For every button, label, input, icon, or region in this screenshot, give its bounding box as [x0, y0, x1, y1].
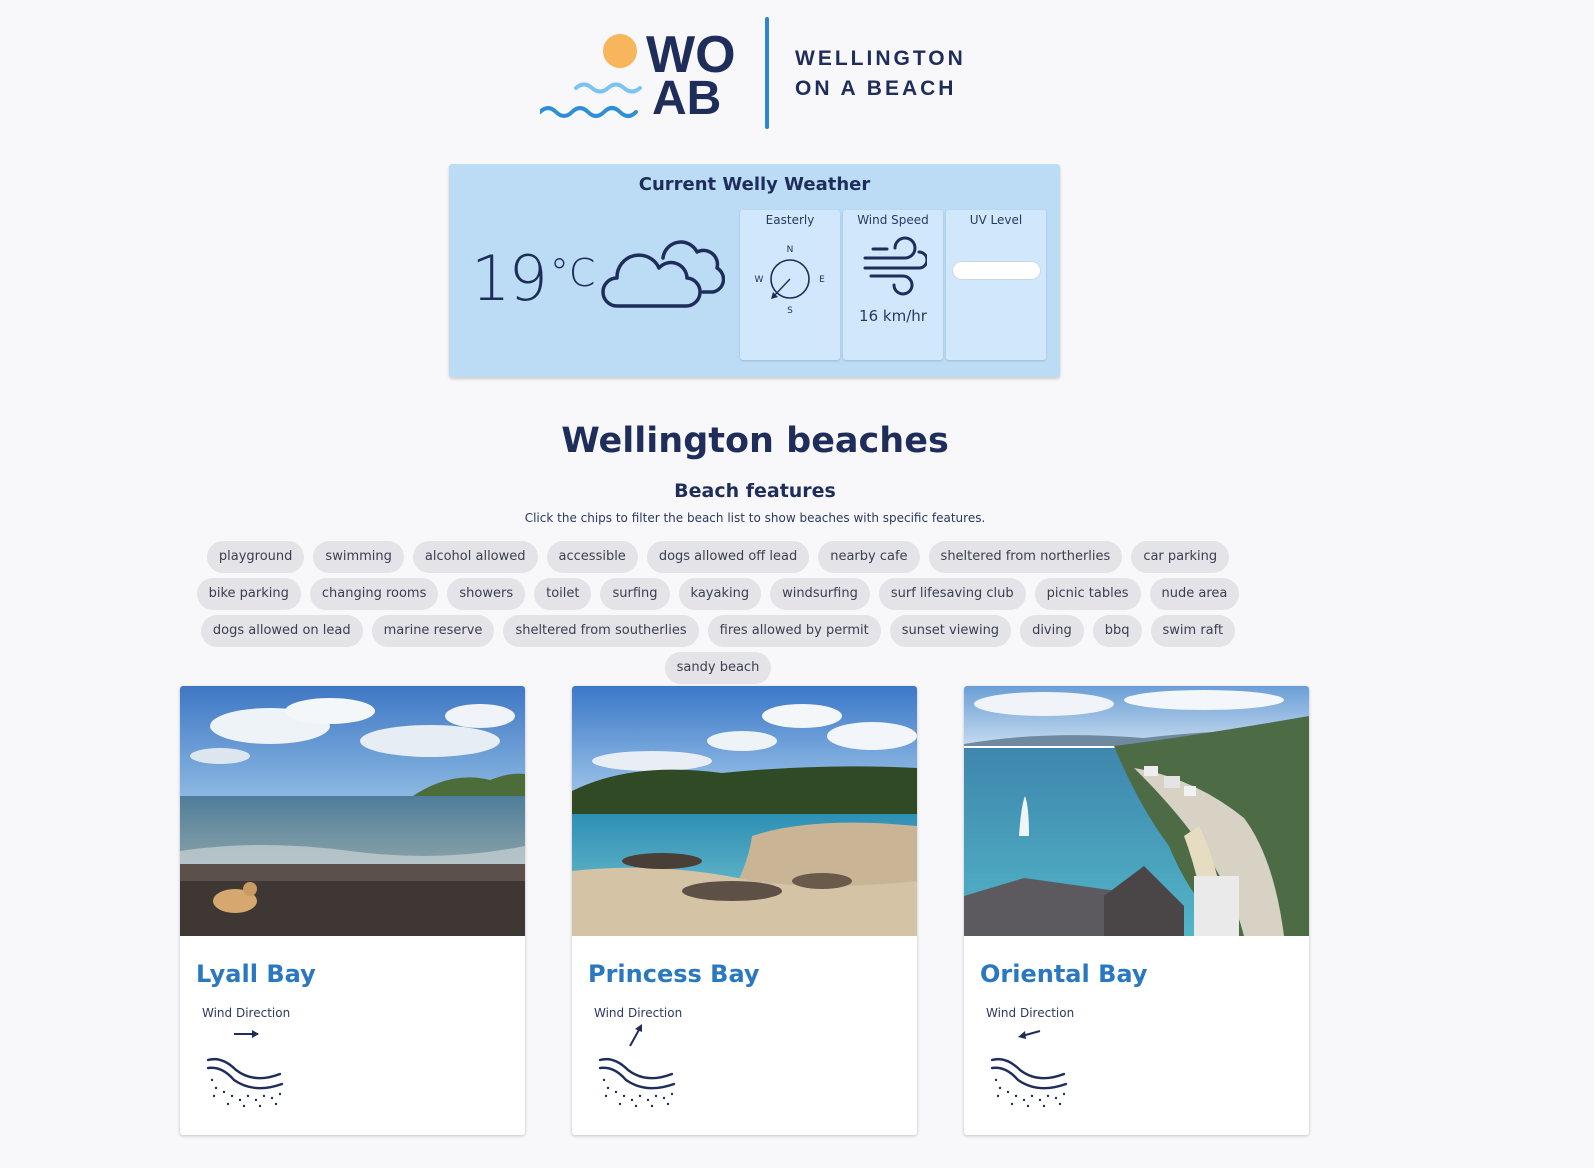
wind-speed-tile: Wind Speed 16 km/hr [843, 210, 943, 360]
arrow-east-icon [234, 1030, 259, 1038]
feature-chip-dogs-allowed-on-lead[interactable]: dogs allowed on lead [200, 615, 363, 647]
beach-photo-oriental-bay [964, 686, 1309, 936]
logo-line-1: WELLINGTON [795, 47, 966, 70]
compass-e: E [819, 275, 825, 285]
feature-chip-sheltered-from-southerlies[interactable]: sheltered from southerlies [503, 615, 699, 647]
feature-chip-playground[interactable]: playground [206, 541, 305, 573]
uv-level-label: UV Level [969, 213, 1023, 227]
beach-photo-princess-bay [572, 686, 917, 936]
weather-card: Current Welly Weather 19 °C Easterly N E … [449, 164, 1060, 377]
wind-speed-value: 16 km/hr [859, 307, 927, 325]
beach-shape-icon [990, 1057, 1068, 1108]
features-title: Beach features [674, 480, 836, 502]
compass-s: S [787, 306, 793, 316]
compass-icon: N E S W [755, 245, 826, 316]
feature-chip-swimming[interactable]: swimming [313, 541, 404, 573]
beach-name[interactable]: Princess Bay [588, 960, 760, 988]
beach-name[interactable]: Lyall Bay [196, 960, 316, 988]
temperature-unit: °C [549, 251, 596, 295]
feature-chip-bbq[interactable]: bbq [1092, 615, 1142, 647]
feature-chip-windsurfing[interactable]: windsurfing [770, 578, 870, 610]
feature-chip-bike-parking[interactable]: bike parking [196, 578, 301, 610]
wind-direction-label: Wind Direction [594, 1006, 683, 1020]
feature-chip-kayaking[interactable]: kayaking [678, 578, 762, 610]
wind-direction-label: Wind Direction [202, 1006, 291, 1020]
woab-logo-mark-icon: WO AB [540, 26, 736, 125]
compass-w: W [755, 275, 764, 285]
feature-chip-swim-raft[interactable]: swim raft [1150, 615, 1236, 647]
temperature-value: 19 [471, 242, 548, 315]
temperature-readout: 19 °C [471, 238, 596, 314]
beach-photo-lyall-bay [180, 686, 525, 936]
uv-level-bar [952, 261, 1041, 280]
feature-chip-surf-lifesaving-club[interactable]: surf lifesaving club [878, 578, 1026, 610]
feature-chip-toilet[interactable]: toilet [534, 578, 592, 610]
feature-chip-diving[interactable]: diving [1020, 615, 1084, 647]
beach-card-oriental-bay[interactable]: Oriental Bay Wind Direction [964, 686, 1309, 1135]
wind-speed-label: Wind Speed [857, 213, 929, 227]
feature-chip-sandy-beach[interactable]: sandy beach [664, 652, 772, 684]
feature-chip-surfing[interactable]: surfing [600, 578, 670, 610]
features-help-text: Click the chips to filter the beach list… [524, 511, 986, 525]
beach-shape-icon [598, 1057, 676, 1108]
logo-wordmark: WELLINGTON ON A BEACH [795, 44, 966, 104]
feature-chip-sunset-viewing[interactable]: sunset viewing [889, 615, 1012, 647]
feature-chip-sheltered-from-northerlies[interactable]: sheltered from northerlies [928, 541, 1123, 573]
feature-chip-nude-area[interactable]: nude area [1149, 578, 1240, 610]
site-logo[interactable]: WO AB WELLINGTON ON A BEACH [540, 14, 980, 132]
feature-chip-marine-reserve[interactable]: marine reserve [371, 615, 495, 647]
svg-text:AB: AB [652, 72, 721, 125]
wind-direction-label: Wind Direction [986, 1006, 1075, 1020]
feature-chip-list: playground swimming alcohol allowed accessi… [178, 541, 1258, 684]
compass-n: N [787, 245, 794, 255]
feature-chip-fires-allowed-by-permit[interactable]: fires allowed by permit [707, 615, 881, 647]
feature-chip-accessible[interactable]: accessible [546, 541, 638, 573]
beach-card-princess-bay[interactable]: Princess Bay Wind Direction [572, 686, 917, 1135]
logo-line-2: ON A BEACH [795, 77, 957, 100]
beach-card-lyall-bay[interactable]: Lyall Bay Wind Direction [180, 686, 525, 1135]
feature-chip-picnic-tables[interactable]: picnic tables [1034, 578, 1141, 610]
page-title: Wellington beaches [561, 421, 949, 461]
beach-name[interactable]: Oriental Bay [980, 960, 1147, 988]
feature-chip-car-parking[interactable]: car parking [1131, 541, 1230, 573]
arrow-northeast-icon [629, 1024, 642, 1047]
feature-chip-changing-rooms[interactable]: changing rooms [309, 578, 439, 610]
feature-chip-nearby-cafe[interactable]: nearby cafe [818, 541, 920, 573]
arrow-west-icon [1018, 1030, 1041, 1039]
wind-direction-label: Easterly [765, 213, 815, 227]
feature-chip-alcohol-allowed[interactable]: alcohol allowed [412, 541, 538, 573]
wind-direction-tile: Easterly N E S W [740, 210, 840, 360]
cloud-icon [601, 240, 725, 308]
weather-title: Current Welly Weather [638, 174, 871, 195]
uv-level-tile: UV Level [946, 210, 1046, 360]
logo-divider [765, 17, 769, 129]
feature-chip-dogs-allowed-off-lead[interactable]: dogs allowed off lead [646, 541, 810, 573]
feature-chip-showers[interactable]: showers [447, 578, 526, 610]
wind-icon [863, 236, 927, 296]
beach-shape-icon [206, 1057, 284, 1108]
